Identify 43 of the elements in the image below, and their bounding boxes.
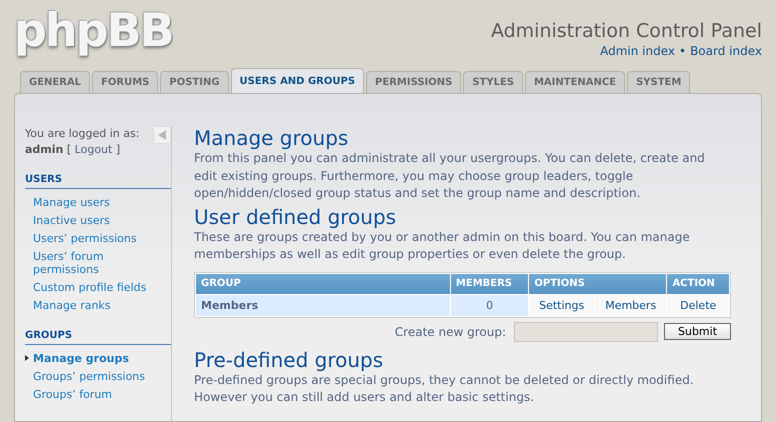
submit-button[interactable]: Submit xyxy=(664,323,731,340)
sidebar-link[interactable]: Manage ranks xyxy=(25,296,171,314)
logo: phpBB xyxy=(14,2,173,59)
section-heading: Manage groups xyxy=(194,126,350,150)
column-header: MEMBERS xyxy=(450,274,528,294)
description-paragraph: These are groups created by you or another admin on this board. You can manage memberships as well as edit group properties or even delete the group. xyxy=(194,228,691,263)
nav-tab[interactable]: USERS AND GROUPS xyxy=(230,68,364,93)
sidebar-section-title: USERS xyxy=(25,174,171,189)
logout-link[interactable]: Logout xyxy=(74,143,112,156)
sidebar-link[interactable]: Users’ permissions xyxy=(25,229,171,247)
table-cell: 0 xyxy=(450,294,528,316)
section-heading: Pre-defined groups xyxy=(194,348,384,372)
intro-paragraph: From this panel you can administrate all your usergroups. You can delete, create and edit existing groups. Furthermore, you may choose group leaders, toggle open/hidden/closed group status and set the group name and description. xyxy=(194,150,706,202)
nav-tab[interactable]: SYSTEM xyxy=(627,71,690,93)
nav-tab[interactable]: GENERAL xyxy=(20,71,90,93)
group-name-field[interactable] xyxy=(514,322,658,342)
column-header: GROUP xyxy=(196,274,450,294)
nav-tab[interactable]: PERMISSIONS xyxy=(366,71,462,93)
pointer-icon xyxy=(25,355,29,361)
sidebar-link[interactable]: Custom profile fields xyxy=(25,278,171,296)
nav-tab[interactable]: MAINTENANCE xyxy=(524,71,626,93)
admin-index-link[interactable]: Admin index xyxy=(600,44,675,58)
sidebar-link[interactable]: Manage users xyxy=(25,193,171,211)
column-header: OPTIONS xyxy=(529,274,666,294)
collapse-button[interactable] xyxy=(153,126,171,144)
sidebar-link[interactable]: Manage groups xyxy=(25,349,171,367)
sidebar-link[interactable]: Users’ forum permissions xyxy=(25,247,171,278)
table-cell: Members xyxy=(196,294,450,316)
nav-tab[interactable]: POSTING xyxy=(160,71,229,93)
field-label: Create new group: xyxy=(394,324,506,338)
sidebar-link[interactable]: Groups’ permissions xyxy=(25,367,171,385)
nav-tab[interactable]: FORUMS xyxy=(92,71,158,93)
link-separator: • xyxy=(679,44,686,58)
left-triangle-icon xyxy=(158,130,166,140)
board-index-link[interactable]: Board index xyxy=(690,44,762,58)
sidebar-section-title: GROUPS xyxy=(25,330,171,345)
section-heading: User defined groups xyxy=(194,204,398,228)
sidebar-link[interactable]: Inactive users xyxy=(25,211,171,229)
nav-tab[interactable]: STYLES xyxy=(463,71,523,93)
page-title: Administration Control Panel xyxy=(490,20,762,42)
description-paragraph: Pre-defined groups are special groups, they cannot be deleted or directly modified. However you can still add users and alter basic settings. xyxy=(194,372,695,406)
sidebar-link[interactable]: Groups’ forum xyxy=(25,385,171,403)
column-header: ACTION xyxy=(667,274,729,294)
